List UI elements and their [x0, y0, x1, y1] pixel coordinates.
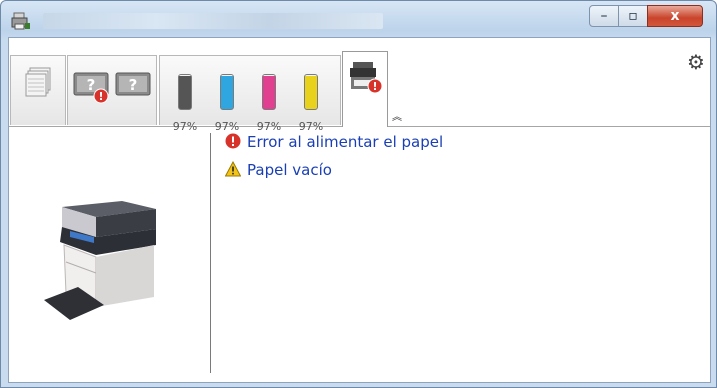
unknown-device-icon: ? — [115, 72, 151, 96]
printer-image-pane — [9, 127, 209, 382]
toner-magenta-icon — [262, 74, 276, 110]
window-title — [43, 13, 383, 29]
warning-message-text: Papel vacío — [247, 161, 332, 179]
tab-toner[interactable]: 97% 97% 97% 97% — [159, 55, 341, 133]
tab-paper-tray[interactable] — [10, 55, 66, 125]
client-area: ? ! ? 97% 97% 97% 97% ! ︽ ⚙ Error al ali… — [8, 37, 711, 383]
tab-printer-status[interactable]: ! — [342, 51, 388, 127]
error-message-text: Error al alimentar el papel — [247, 133, 444, 151]
paper-stack-icon — [25, 67, 51, 97]
maximize-button[interactable]: ▫ — [618, 5, 648, 27]
warning-icon — [225, 161, 241, 177]
collapse-chevron-icon[interactable]: ︽ — [392, 108, 402, 123]
close-button[interactable]: x — [647, 5, 703, 27]
toner-cyan-level: 97% — [214, 120, 240, 133]
status-toolbar: ? ! ? 97% 97% 97% 97% ! ︽ ⚙ — [9, 38, 710, 133]
toner-cyan-icon — [220, 74, 234, 110]
svg-text:?: ? — [87, 76, 96, 94]
error-icon — [225, 133, 241, 149]
toner-black-icon — [178, 74, 192, 110]
maximize-icon: ▫ — [628, 8, 638, 24]
title-bar[interactable]: – ▫ x — [1, 1, 716, 39]
svg-text:?: ? — [129, 76, 138, 94]
svg-text:!: ! — [98, 90, 103, 103]
close-icon: x — [670, 8, 680, 24]
svg-text:!: ! — [372, 80, 377, 93]
minimize-button[interactable]: – — [589, 5, 619, 27]
toner-yellow-level: 97% — [298, 120, 324, 133]
error-message-link[interactable]: Error al alimentar el papel — [225, 133, 443, 151]
settings-gear-icon[interactable]: ⚙ — [684, 50, 708, 74]
pane-divider — [210, 133, 211, 373]
printer-app-icon — [11, 12, 30, 30]
toner-yellow-icon — [304, 74, 318, 110]
printer-illustration — [44, 201, 156, 320]
warning-message-link[interactable]: Papel vacío — [225, 161, 332, 179]
unknown-device-error-icon: ? ! — [73, 72, 109, 104]
tab-unknown-status[interactable]: ? ! ? — [67, 55, 157, 125]
app-window: – ▫ x ? ! ? 97% 97% 97% 97% ! ︽ ⚙ Error … — [0, 0, 717, 388]
minimize-icon: – — [600, 8, 608, 24]
printer-error-icon: ! — [350, 62, 383, 94]
toner-magenta-level: 97% — [256, 120, 282, 133]
